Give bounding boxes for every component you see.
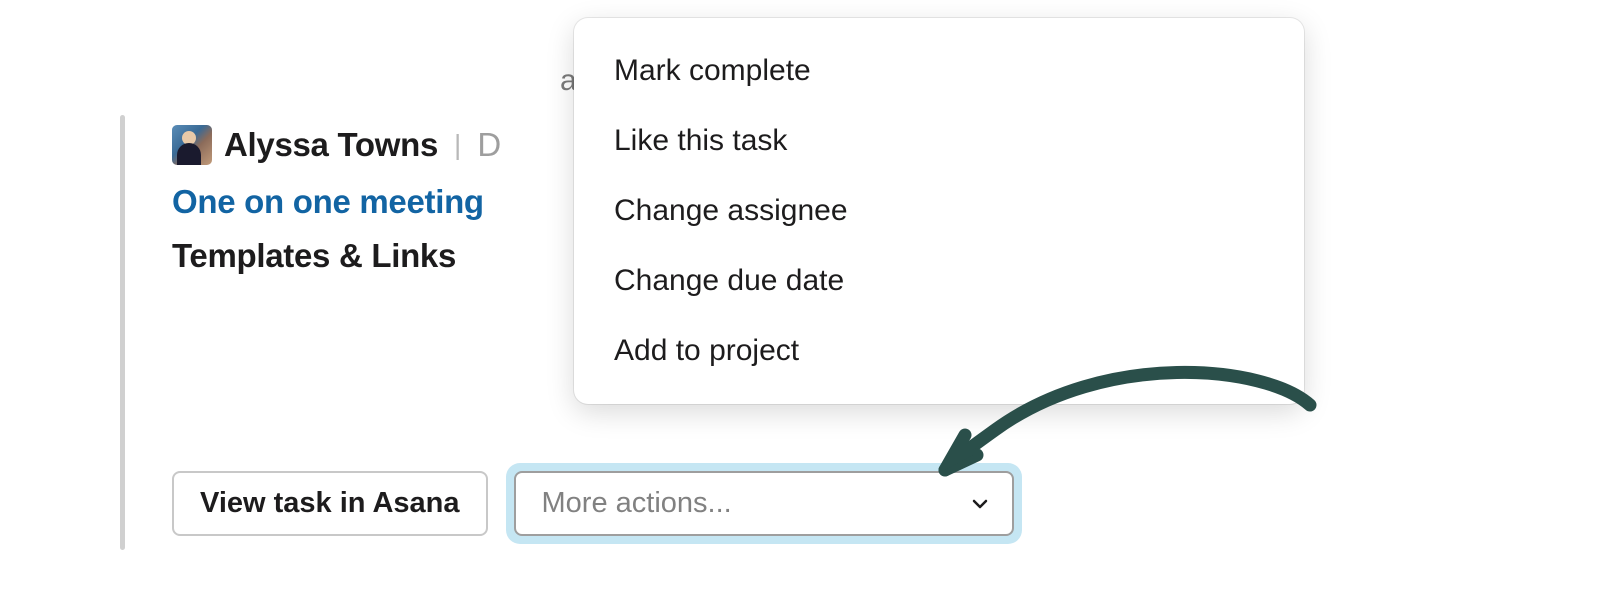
action-buttons-row: View task in Asana More actions... (172, 463, 1022, 544)
chevron-down-icon (970, 494, 990, 514)
message-indent-bar (120, 115, 125, 550)
more-actions-menu: Mark complete Like this task Change assi… (574, 18, 1304, 404)
avatar[interactable] (172, 125, 212, 165)
more-actions-dropdown[interactable]: More actions... (514, 471, 1014, 536)
more-actions-label: More actions... (542, 487, 732, 520)
due-date-partial: D (477, 126, 501, 164)
header-divider: | (454, 129, 461, 161)
menu-item-add-to-project[interactable]: Add to project (574, 316, 1304, 386)
more-actions-highlight: More actions... (506, 463, 1022, 544)
task-title-link[interactable]: One on one meeting (172, 183, 501, 221)
assignee-name[interactable]: Alyssa Towns (224, 126, 438, 164)
menu-item-change-due-date[interactable]: Change due date (574, 246, 1304, 316)
section-title: Templates & Links (172, 237, 501, 275)
menu-item-change-assignee[interactable]: Change assignee (574, 176, 1304, 246)
menu-item-like-task[interactable]: Like this task (574, 106, 1304, 176)
view-task-button[interactable]: View task in Asana (172, 471, 488, 536)
menu-item-mark-complete[interactable]: Mark complete (574, 36, 1304, 106)
task-card: Alyssa Towns | D One on one meeting Temp… (172, 125, 501, 275)
